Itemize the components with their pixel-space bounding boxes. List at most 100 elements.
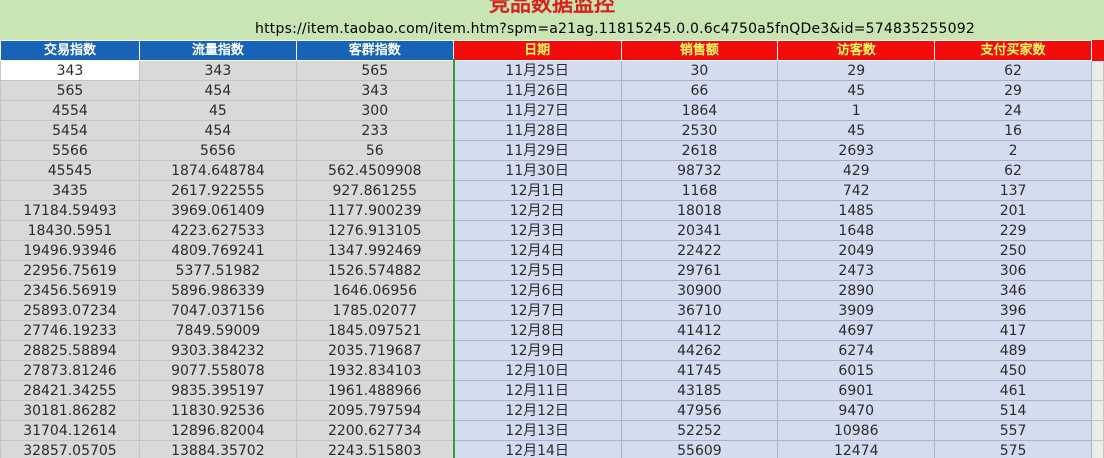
empty-cell[interactable]	[1090, 80, 1104, 101]
customer-index-cell[interactable]: 1347.992469	[295, 240, 454, 261]
paying-buyers-cell[interactable]: 346	[934, 280, 1092, 301]
empty-cell[interactable]	[1090, 380, 1104, 401]
trade-index-cell[interactable]: 3435	[0, 180, 140, 201]
visitors-cell[interactable]: 9470	[777, 400, 936, 421]
sales-cell[interactable]: 44262	[620, 340, 779, 361]
sales-cell[interactable]: 30	[620, 60, 779, 81]
date-cell[interactable]: 12月1日	[452, 180, 622, 201]
traffic-index-cell[interactable]: 5896.986339	[138, 280, 297, 301]
empty-cell[interactable]	[1090, 160, 1104, 181]
trade-index-cell[interactable]: 25893.07234	[0, 300, 140, 321]
header-traffic-index[interactable]: 流量指数	[138, 40, 297, 61]
trade-index-cell[interactable]: 45545	[0, 160, 140, 181]
customer-index-cell[interactable]: 1177.900239	[295, 200, 454, 221]
visitors-cell[interactable]: 1485	[777, 200, 936, 221]
paying-buyers-cell[interactable]: 250	[934, 240, 1092, 261]
paying-buyers-cell[interactable]: 62	[934, 160, 1092, 181]
sales-cell[interactable]: 30900	[620, 280, 779, 301]
date-cell[interactable]: 12月9日	[452, 340, 622, 361]
customer-index-cell[interactable]: 565	[295, 60, 454, 81]
sales-cell[interactable]: 29761	[620, 260, 779, 281]
date-cell[interactable]: 12月4日	[452, 240, 622, 261]
trade-index-cell[interactable]: 28421.34255	[0, 380, 140, 401]
customer-index-cell[interactable]: 1785.02077	[295, 300, 454, 321]
header-visitors[interactable]: 访客数	[777, 40, 936, 61]
trade-index-cell[interactable]: 18430.5951	[0, 220, 140, 241]
sales-cell[interactable]: 18018	[620, 200, 779, 221]
visitors-cell[interactable]: 4697	[777, 320, 936, 341]
visitors-cell[interactable]: 429	[777, 160, 936, 181]
empty-cell[interactable]	[1090, 120, 1104, 141]
sales-cell[interactable]: 52252	[620, 420, 779, 441]
traffic-index-cell[interactable]: 7849.59009	[138, 320, 297, 341]
sales-cell[interactable]: 43185	[620, 380, 779, 401]
customer-index-cell[interactable]: 343	[295, 80, 454, 101]
paying-buyers-cell[interactable]: 514	[934, 400, 1092, 421]
visitors-cell[interactable]: 1	[777, 100, 936, 121]
empty-cell[interactable]	[1090, 200, 1104, 221]
visitors-cell[interactable]: 10986	[777, 420, 936, 441]
trade-index-cell[interactable]: 23456.56919	[0, 280, 140, 301]
paying-buyers-cell[interactable]: 16	[934, 120, 1092, 141]
visitors-cell[interactable]: 6015	[777, 360, 936, 381]
customer-index-cell[interactable]: 1932.834103	[295, 360, 454, 381]
date-cell[interactable]: 12月13日	[452, 420, 622, 441]
sales-cell[interactable]: 47956	[620, 400, 779, 421]
visitors-cell[interactable]: 1648	[777, 220, 936, 241]
date-cell[interactable]: 12月6日	[452, 280, 622, 301]
customer-index-cell[interactable]: 2243.515803	[295, 440, 454, 458]
trade-index-cell[interactable]: 28825.58894	[0, 340, 140, 361]
date-cell[interactable]: 11月26日	[452, 80, 622, 101]
paying-buyers-cell[interactable]: 396	[934, 300, 1092, 321]
traffic-index-cell[interactable]: 4223.627533	[138, 220, 297, 241]
date-cell[interactable]: 12月2日	[452, 200, 622, 221]
visitors-cell[interactable]: 6901	[777, 380, 936, 401]
date-cell[interactable]: 11月29日	[452, 140, 622, 161]
customer-index-cell[interactable]: 562.4509908	[295, 160, 454, 181]
empty-cell[interactable]	[1090, 420, 1104, 441]
empty-cell[interactable]	[1090, 400, 1104, 421]
traffic-index-cell[interactable]: 343	[138, 60, 297, 81]
traffic-index-cell[interactable]: 9077.558078	[138, 360, 297, 381]
paying-buyers-cell[interactable]: 450	[934, 360, 1092, 381]
customer-index-cell[interactable]: 2095.797594	[295, 400, 454, 421]
sales-cell[interactable]: 2530	[620, 120, 779, 141]
traffic-index-cell[interactable]: 9303.384232	[138, 340, 297, 361]
traffic-index-cell[interactable]: 12896.82004	[138, 420, 297, 441]
header-trade-index[interactable]: 交易指数	[0, 40, 140, 61]
traffic-index-cell[interactable]: 11830.92536	[138, 400, 297, 421]
traffic-index-cell[interactable]: 45	[138, 100, 297, 121]
trade-index-cell[interactable]: 5566	[0, 140, 140, 161]
empty-cell[interactable]	[1090, 140, 1104, 161]
traffic-index-cell[interactable]: 1874.648784	[138, 160, 297, 181]
traffic-index-cell[interactable]: 4809.769241	[138, 240, 297, 261]
paying-buyers-cell[interactable]: 306	[934, 260, 1092, 281]
paying-buyers-cell[interactable]: 575	[934, 440, 1092, 458]
traffic-index-cell[interactable]: 454	[138, 80, 297, 101]
traffic-index-cell[interactable]: 454	[138, 120, 297, 141]
customer-index-cell[interactable]: 1845.097521	[295, 320, 454, 341]
empty-cell[interactable]	[1090, 260, 1104, 281]
sales-cell[interactable]: 1864	[620, 100, 779, 121]
traffic-index-cell[interactable]: 7047.037156	[138, 300, 297, 321]
customer-index-cell[interactable]: 1526.574882	[295, 260, 454, 281]
empty-cell[interactable]	[1090, 180, 1104, 201]
customer-index-cell[interactable]: 56	[295, 140, 454, 161]
empty-cell[interactable]	[1090, 280, 1104, 301]
sales-cell[interactable]: 36710	[620, 300, 779, 321]
paying-buyers-cell[interactable]: 229	[934, 220, 1092, 241]
paying-buyers-cell[interactable]: 2	[934, 140, 1092, 161]
date-cell[interactable]: 11月27日	[452, 100, 622, 121]
traffic-index-cell[interactable]: 9835.395197	[138, 380, 297, 401]
paying-buyers-cell[interactable]: 417	[934, 320, 1092, 341]
sales-cell[interactable]: 41412	[620, 320, 779, 341]
trade-index-cell[interactable]: 17184.59493	[0, 200, 140, 221]
trade-index-cell[interactable]: 27873.81246	[0, 360, 140, 381]
trade-index-cell[interactable]: 5454	[0, 120, 140, 141]
sales-cell[interactable]: 1168	[620, 180, 779, 201]
paying-buyers-cell[interactable]: 62	[934, 60, 1092, 81]
empty-cell[interactable]	[1090, 360, 1104, 381]
date-cell[interactable]: 11月25日	[452, 60, 622, 81]
empty-cell[interactable]	[1090, 320, 1104, 341]
header-date[interactable]: 日期	[452, 40, 622, 61]
